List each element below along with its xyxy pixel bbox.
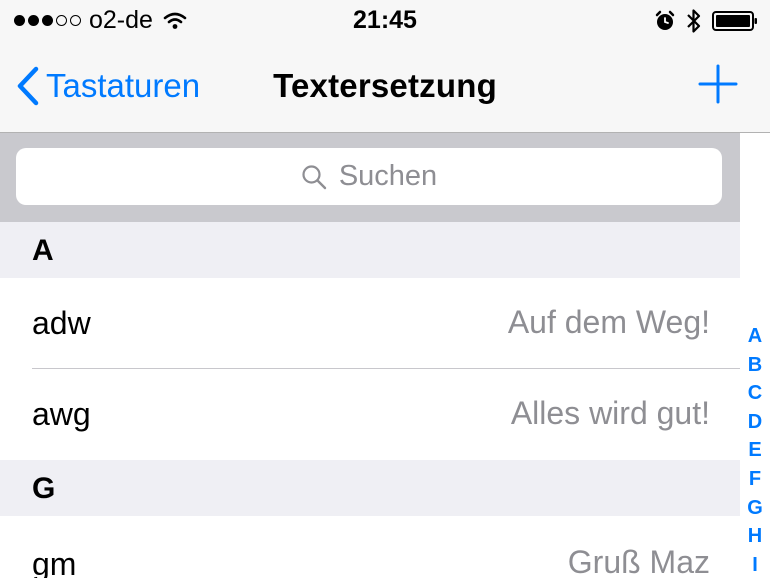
- index-letter-a[interactable]: A: [740, 322, 770, 351]
- section-header-a: A: [0, 222, 740, 278]
- index-letter-e[interactable]: E: [740, 436, 770, 465]
- section-header-label: A: [32, 234, 54, 267]
- shortcut-text: gm: [32, 546, 77, 578]
- section-header-label: G: [32, 472, 56, 505]
- index-letter-c[interactable]: C: [740, 379, 770, 408]
- phrase-text: Gruß Maz: [567, 544, 710, 578]
- shortcut-text: adw: [32, 305, 91, 341]
- alarm-clock-icon: [654, 10, 676, 32]
- status-bar-right: [654, 8, 758, 34]
- screen: o2-de 21:45 Tastaturen Textersetzung Suc…: [0, 0, 770, 578]
- section-header-g: G: [0, 460, 740, 516]
- index-letter-d[interactable]: D: [740, 408, 770, 437]
- index-letter-b[interactable]: B: [740, 351, 770, 380]
- search-input[interactable]: Suchen: [16, 148, 722, 205]
- battery-icon: [712, 11, 758, 31]
- index-letter-f[interactable]: F: [740, 465, 770, 494]
- list-item[interactable]: awg Alles wird gut!: [0, 369, 740, 459]
- bluetooth-icon: [686, 8, 702, 34]
- list-item[interactable]: gm Gruß Maz: [0, 516, 740, 578]
- status-bar: o2-de 21:45: [0, 0, 770, 42]
- search-placeholder: Suchen: [338, 160, 438, 192]
- index-letter-h[interactable]: H: [740, 522, 770, 551]
- list-item[interactable]: adw Auf dem Weg!: [0, 278, 740, 368]
- phrase-text: Alles wird gut!: [510, 395, 710, 431]
- search-icon: [301, 164, 327, 190]
- index-letter-g[interactable]: G: [740, 494, 770, 523]
- shortcut-text: awg: [32, 396, 91, 432]
- navigation-bar: Tastaturen Textersetzung: [0, 42, 770, 133]
- page-title: Textersetzung: [273, 67, 497, 104]
- phrase-text: Auf dem Weg!: [507, 304, 710, 340]
- section-index: A B C D E F G H I: [740, 322, 770, 578]
- add-button[interactable]: [698, 64, 738, 109]
- search-area: Suchen: [0, 133, 740, 222]
- plus-icon: [698, 64, 738, 104]
- index-letter-i[interactable]: I: [740, 551, 770, 578]
